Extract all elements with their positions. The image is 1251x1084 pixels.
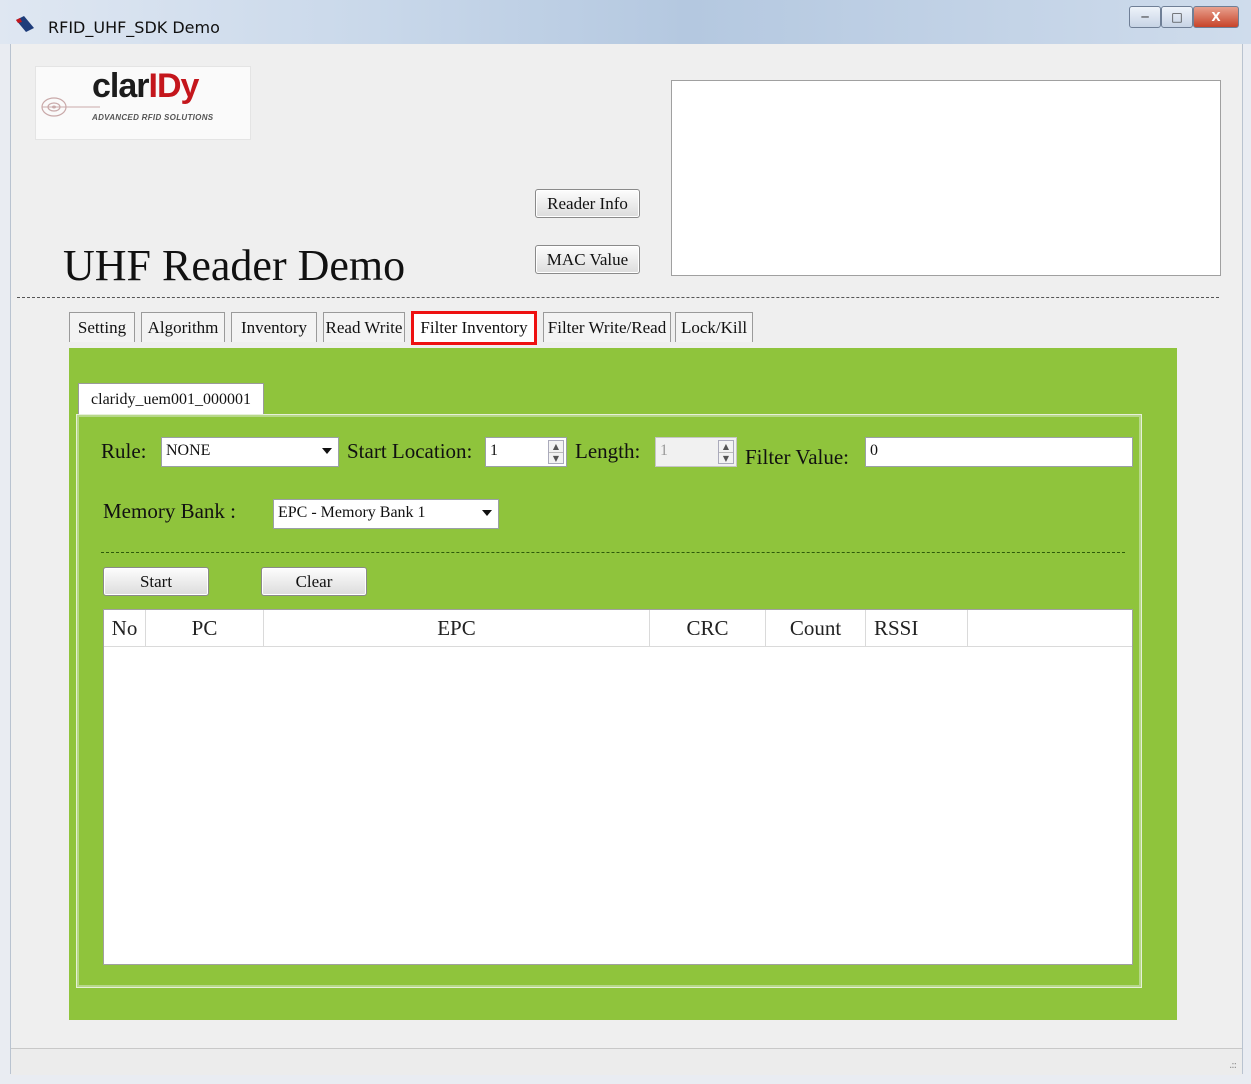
rule-dropdown[interactable]: NONE [161, 437, 339, 467]
tab-read-write[interactable]: Read Write [323, 312, 405, 342]
memory-bank-label: Memory Bank : [103, 499, 236, 523]
app-window: RFID_UHF_SDK Demo ─ □ X clarIDy ADVANCED… [0, 0, 1251, 1084]
maximize-button[interactable]: □ [1161, 6, 1193, 28]
title-bar[interactable]: RFID_UHF_SDK Demo ─ □ X [0, 0, 1251, 44]
tab-setting[interactable]: Setting [69, 312, 135, 342]
header-divider [17, 297, 1219, 298]
length-label: Length: [575, 439, 641, 463]
window-title: RFID_UHF_SDK Demo [48, 18, 220, 37]
minimize-button[interactable]: ─ [1129, 6, 1161, 28]
filter-inventory-panel: claridy_uem001_000001 Rule: NONE Start L… [69, 348, 1177, 1020]
logo-wordmark: clarIDy [92, 67, 200, 106]
grid-header: No PC EPC CRC Count RSSI [104, 610, 1132, 647]
start-location-spinner[interactable]: 1 ▲ ▼ [485, 437, 567, 467]
window-controls: ─ □ X [1129, 6, 1239, 28]
logo-wordmark-a: clar [92, 67, 149, 105]
close-button[interactable]: X [1193, 6, 1239, 28]
filter-value-label: Filter Value: [745, 445, 850, 469]
start-button[interactable]: Start [103, 567, 209, 596]
section-divider [101, 552, 1125, 553]
tab-reader-claridy[interactable]: claridy_uem001_000001 [78, 383, 264, 415]
status-bar: .:: [11, 1048, 1242, 1075]
column-header-rssi[interactable]: RSSI [866, 610, 968, 646]
column-header-crc[interactable]: CRC [650, 610, 766, 646]
tab-lock-kill[interactable]: Lock/Kill [675, 312, 753, 342]
logo-wordmark-b: IDy [148, 67, 200, 105]
chevron-down-icon [482, 510, 492, 516]
spinner-arrows-icon: ▲ ▼ [718, 440, 734, 464]
client-area: clarIDy ADVANCED RFID SOLUTIONS UHF Read… [10, 44, 1243, 1075]
rule-value: NONE [166, 442, 211, 459]
length-spinner: 1 ▲ ▼ [655, 437, 737, 467]
tab-algorithm[interactable]: Algorithm [141, 312, 225, 342]
spinner-arrows-icon[interactable]: ▲ ▼ [548, 440, 564, 464]
filter-value-input[interactable]: 0 [865, 437, 1133, 467]
start-location-label: Start Location: [347, 439, 473, 463]
claridy-logo: clarIDy ADVANCED RFID SOLUTIONS [35, 66, 251, 140]
clear-button[interactable]: Clear [261, 567, 367, 596]
filter-value-text: 0 [870, 442, 878, 459]
length-value: 1 [660, 442, 668, 459]
reader-info-button[interactable]: Reader Info [535, 189, 640, 218]
reader-info-textbox[interactable] [671, 80, 1221, 276]
reader-subpanel: Rule: NONE Start Location: 1 ▲ ▼ Length: … [76, 414, 1142, 988]
tab-filter-inventory[interactable]: Filter Inventory [411, 311, 537, 345]
column-header-count[interactable]: Count [766, 610, 866, 646]
tab-inventory[interactable]: Inventory [231, 312, 317, 342]
mac-value-button[interactable]: MAC Value [535, 245, 640, 274]
tab-filter-write-read[interactable]: Filter Write/Read [543, 312, 671, 342]
column-header-epc[interactable]: EPC [264, 610, 650, 646]
resize-grip-icon[interactable]: .:: [1229, 1060, 1237, 1071]
page-title: UHF Reader Demo [63, 241, 406, 290]
chevron-down-icon [322, 448, 332, 454]
inventory-grid[interactable]: No PC EPC CRC Count RSSI [103, 609, 1133, 965]
column-header-pc[interactable]: PC [146, 610, 264, 646]
logo-rings-icon [41, 97, 100, 117]
column-header-no[interactable]: No [104, 610, 146, 646]
logo-tagline: ADVANCED RFID SOLUTIONS [92, 113, 214, 122]
app-icon [16, 16, 34, 32]
memory-bank-value: EPC - Memory Bank 1 [278, 504, 426, 521]
rule-label: Rule: [101, 439, 147, 463]
memory-bank-dropdown[interactable]: EPC - Memory Bank 1 [273, 499, 499, 529]
start-location-value: 1 [490, 442, 498, 459]
